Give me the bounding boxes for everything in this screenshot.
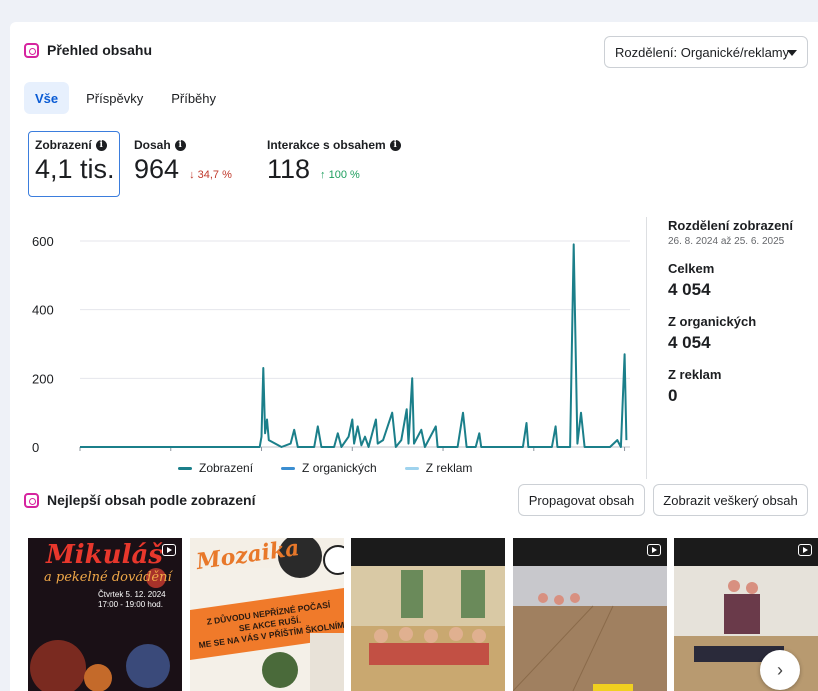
chevron-right-icon: › <box>777 659 783 680</box>
overview-title: Přehled obsahu <box>47 42 153 58</box>
metric-interactions[interactable]: Interakce s obsahem i 118 ↑ 100 % <box>267 138 401 185</box>
metric-reach[interactable]: Dosah i 964 ↓ 34,7 % <box>134 138 232 185</box>
info-icon[interactable]: i <box>95 139 107 151</box>
breakdown-label: Celkem <box>668 261 715 276</box>
legend-swatch <box>281 466 296 470</box>
top-content-header: Nejlepší obsah podle zobrazení <box>24 492 255 508</box>
caret-down-icon <box>787 50 797 56</box>
thumbnail-image <box>513 538 667 691</box>
poster-line: Čtvrtek 5. 12. 2024 <box>98 590 166 599</box>
metric-value: 118 <box>267 154 311 184</box>
instagram-icon <box>24 492 39 508</box>
legend-item: Z reklam <box>404 461 473 475</box>
metric-label: Interakce s obsahem <box>267 138 386 152</box>
y-tick-label: 0 <box>32 440 39 454</box>
views-line-chart: 020040060026. 8.15. 10.4. 12.23. 1.14. 3… <box>32 234 630 454</box>
metric-change: ↑ 100 % <box>320 169 360 181</box>
divider <box>646 217 647 479</box>
poster-title: Mikuláš <box>46 540 163 570</box>
content-overview-panel: Přehled obsahu Rozdělení: Organické/rekl… <box>10 22 818 691</box>
view-all-content-button[interactable]: Zobrazit veškerý obsah <box>653 484 808 516</box>
y-tick-label: 400 <box>32 303 54 318</box>
instagram-icon <box>24 42 39 58</box>
breakdown-value: 4 054 <box>668 280 711 299</box>
info-icon[interactable]: i <box>174 139 186 151</box>
series-line <box>80 243 628 448</box>
metric-views[interactable]: Zobrazení i 4,1 tis. <box>35 138 115 185</box>
legend-label: Z reklam <box>425 461 473 475</box>
content-thumbnail[interactable] <box>351 538 505 691</box>
breakdown-label: Z organických <box>668 314 757 329</box>
legend-swatch <box>404 466 419 470</box>
top-strip <box>0 0 818 22</box>
legend-label: Z organických <box>302 461 377 475</box>
content-thumbnail[interactable]: Mozaika Z DŮVODU NEPŘÍZNÉ POČASÍ SE AKCE … <box>190 538 344 691</box>
tab-all[interactable]: Vše <box>24 82 70 114</box>
breakdown-label: Z reklam <box>668 367 722 382</box>
content-thumbnail[interactable] <box>513 538 667 691</box>
thumbnail-image <box>351 538 505 691</box>
reel-icon <box>798 544 812 556</box>
breakdown-dropdown[interactable]: Rozdělení: Organické/reklamy <box>604 36 808 68</box>
metric-value: 964 <box>134 154 180 184</box>
next-arrow-button[interactable]: › <box>760 650 800 690</box>
metric-change: ↓ 34,7 % <box>189 169 232 181</box>
legend-swatch <box>178 466 192 470</box>
reel-icon <box>162 544 176 556</box>
breakdown-dropdown-label: Rozdělení: Organické/reklamy <box>615 44 790 60</box>
chart-legend: Zobrazení Z organických Z reklam <box>178 461 472 475</box>
metric-label: Zobrazení <box>35 138 92 152</box>
breakdown-value: 0 <box>668 386 678 405</box>
info-icon[interactable]: i <box>389 139 401 151</box>
legend-item: Zobrazení <box>178 461 253 475</box>
breakdown-value: 4 054 <box>668 333 711 352</box>
overview-header: Přehled obsahu <box>24 42 152 58</box>
poster-line: 17:00 - 19:00 hod. <box>98 600 163 609</box>
reel-icon <box>647 544 661 556</box>
tab-stories[interactable]: Příběhy <box>160 82 227 114</box>
views-breakdown: Rozdělení zobrazení 26. 8. 2024 až 25. 6… <box>668 218 793 406</box>
legend-item: Z organických <box>281 461 377 475</box>
poster-subtitle: a pekelné dovádění <box>44 570 172 585</box>
metric-label: Dosah <box>134 138 171 152</box>
content-tabs: Vše Příspěvky Příběhy <box>24 82 227 114</box>
y-tick-label: 600 <box>32 234 54 249</box>
metric-value: 4,1 tis. <box>35 154 115 184</box>
breakdown-title: Rozdělení zobrazení <box>668 218 793 233</box>
y-tick-label: 200 <box>32 371 54 386</box>
legend-label: Zobrazení <box>199 461 254 475</box>
top-content-title: Nejlepší obsah podle zobrazení <box>47 492 256 508</box>
breakdown-date-range: 26. 8. 2024 až 25. 6. 2025 <box>668 236 785 247</box>
promote-content-button[interactable]: Propagovat obsah <box>518 484 645 516</box>
content-thumbnail[interactable]: Mikuláš a pekelné dovádění Čtvrtek 5. 12… <box>28 538 182 691</box>
tab-posts[interactable]: Příspěvky <box>75 82 154 114</box>
poster-date: Čtvrtek 5. 12. 2024 17:00 - 19:00 hod. <box>98 590 166 610</box>
